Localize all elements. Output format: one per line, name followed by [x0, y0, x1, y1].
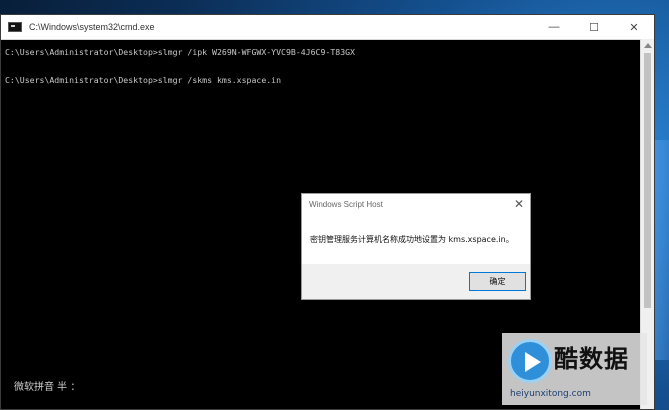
dialog-titlebar[interactable]: Windows Script Host — [302, 194, 530, 214]
window-controls: — ☐ ✕ — [534, 15, 654, 39]
cmd-title: C:\Windows\system32\cmd.exe — [29, 22, 155, 32]
dialog-message: 密钥管理服务计算机名称成功地设置为 kms.xspace.in。 — [310, 235, 514, 244]
minimize-button[interactable]: — — [534, 15, 574, 39]
scrollbar-thumb[interactable] — [644, 53, 651, 308]
dialog-close-icon[interactable]: ✕ — [514, 197, 524, 211]
scroll-up-arrow-icon[interactable] — [644, 43, 652, 48]
close-button[interactable]: ✕ — [614, 15, 654, 39]
maximize-button[interactable]: ☐ — [574, 15, 614, 39]
dialog-title: Windows Script Host — [309, 199, 383, 209]
cmd-app-icon — [8, 22, 22, 32]
dialog-body: 密钥管理服务计算机名称成功地设置为 kms.xspace.in。 — [302, 214, 530, 264]
console-line: C:\Users\Administrator\Desktop>slmgr /sk… — [5, 75, 282, 85]
watermark: 酷数据 heiyunxitong.com — [502, 333, 647, 405]
ok-button[interactable]: 确定 — [469, 272, 526, 291]
ime-status: 微软拼音 半 ： — [14, 382, 81, 393]
wsh-dialog: Windows Script Host ✕ 密钥管理服务计算机名称成功地设置为 … — [301, 193, 531, 300]
watermark-brand: 酷数据 — [554, 345, 629, 373]
console-line: C:\Users\Administrator\Desktop>slmgr /ip… — [5, 47, 355, 57]
cmd-titlebar[interactable]: C:\Windows\system32\cmd.exe — ☐ ✕ — [1, 15, 654, 40]
watermark-site: heiyunxitong.com — [510, 389, 591, 399]
play-logo-icon — [508, 339, 552, 383]
